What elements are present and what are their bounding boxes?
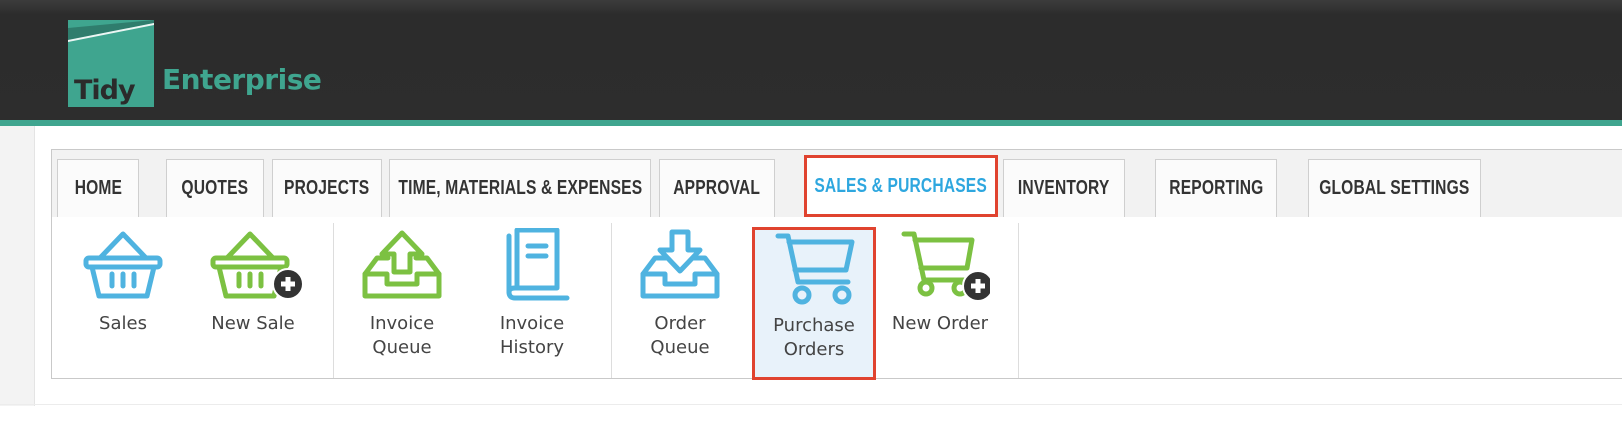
- cart-icon: [775, 233, 855, 305]
- toolbar-separator: [1018, 223, 1019, 378]
- logo-word-enterprise: Enterprise: [162, 63, 322, 96]
- order-queue-button[interactable]: Order Queue: [628, 228, 732, 378]
- new-order-button[interactable]: New Order: [888, 228, 992, 378]
- sales-button[interactable]: Sales: [70, 228, 176, 378]
- invoice-history-button[interactable]: Invoice History: [480, 228, 584, 378]
- left-gutter: [0, 126, 35, 406]
- invoice-queue-label: Invoice Queue: [369, 313, 435, 358]
- tab-inventory[interactable]: INVENTORY: [1003, 159, 1125, 217]
- sales-label: Sales: [99, 313, 147, 334]
- tab-time-materials-expenses[interactable]: TIME, MATERIALS & EXPENSES: [389, 159, 651, 217]
- tab-projects[interactable]: PROJECTS: [272, 159, 382, 217]
- header-accent-bar: [0, 120, 1622, 126]
- toolbar-separator: [333, 223, 334, 378]
- app-header: [0, 0, 1622, 123]
- book-icon: [506, 228, 570, 301]
- new-sale-label: New Sale: [211, 313, 295, 334]
- invoice-history-label: Invoice History: [499, 313, 565, 358]
- tab-global-settings[interactable]: GLOBAL SETTINGS: [1308, 159, 1481, 217]
- new-order-label: New Order: [891, 313, 989, 334]
- new-sale-button[interactable]: New Sale: [200, 228, 306, 378]
- tab-approval[interactable]: APPROVAL: [659, 159, 775, 217]
- logo-word-tidy: Tidy: [74, 75, 136, 106]
- purchase-orders-button[interactable]: Purchase Orders: [752, 227, 876, 380]
- tray-download-icon: [640, 229, 720, 299]
- tray-upload-icon: [362, 230, 442, 299]
- tidy-logo[interactable]: Tidy: [68, 20, 154, 107]
- tab-quotes[interactable]: QUOTES: [166, 159, 264, 217]
- tab-sales-purchases[interactable]: SALES & PURCHASES: [804, 155, 998, 217]
- basket-icon: [83, 231, 163, 299]
- toolbar-separator: [611, 223, 612, 378]
- cart-add-icon: [901, 231, 990, 302]
- basket-add-icon: [210, 231, 303, 300]
- tab-home[interactable]: HOME: [57, 159, 139, 217]
- tab-reporting[interactable]: REPORTING: [1155, 159, 1277, 217]
- order-queue-label: Order Queue: [650, 313, 710, 358]
- purchase-orders-label: Purchase Orders: [773, 315, 855, 360]
- page-divider: [0, 404, 1622, 405]
- invoice-queue-button[interactable]: Invoice Queue: [350, 228, 454, 378]
